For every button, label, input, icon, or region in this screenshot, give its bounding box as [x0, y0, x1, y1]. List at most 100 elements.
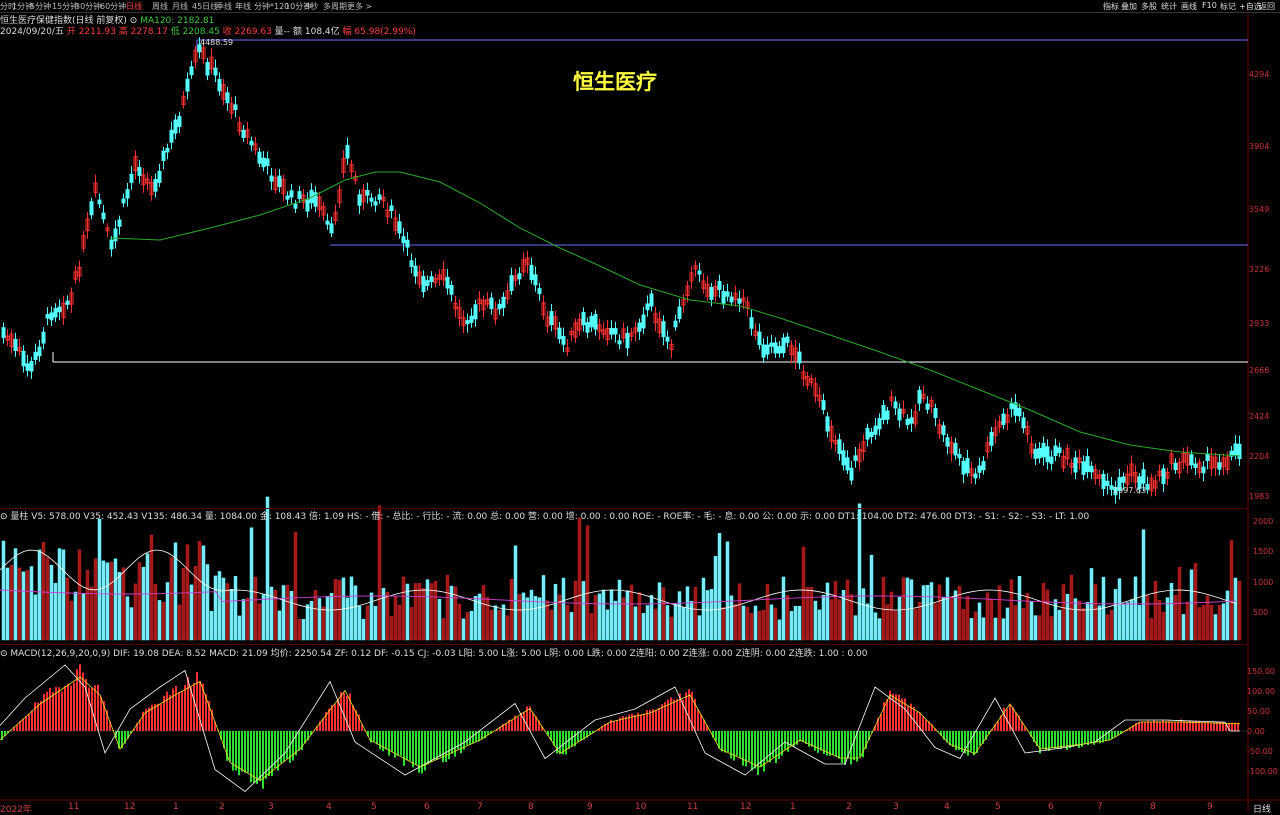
volume-bar [369, 592, 374, 641]
volume-bar [141, 566, 146, 641]
volume-bar [221, 577, 226, 641]
volume-bar [309, 600, 314, 641]
tab-11[interactable]: 年线 [235, 1, 251, 12]
volume-bar [561, 577, 566, 641]
candle-body [589, 315, 594, 328]
volume-bar [989, 598, 994, 641]
time-tick: 12 [740, 802, 752, 812]
volume-bar [765, 584, 770, 641]
volume-bar [845, 579, 850, 641]
volume-bar [445, 575, 450, 641]
price-tick: 3226 [1249, 265, 1270, 274]
tab-10[interactable]: 季线 [216, 1, 232, 12]
volume-indicator-line: ⊙ 量柱 V5: 578.00 V35: 452.43 V135: 486.34… [0, 509, 1089, 522]
candle-body [501, 296, 506, 308]
toolbar-button-3[interactable]: 统计 [1161, 1, 1177, 12]
volume-bar [653, 608, 658, 641]
candle-body [497, 303, 502, 310]
candle-body [409, 260, 414, 267]
volume-bar [197, 541, 202, 641]
volume-bar [1097, 605, 1102, 641]
time-tick: 3 [893, 802, 899, 812]
volume-bar [785, 595, 790, 641]
candle-body [557, 327, 562, 340]
tab-12[interactable]: 分钟*120 [254, 1, 289, 12]
volume-bar [477, 593, 482, 641]
candle-body [1105, 480, 1110, 486]
time-tick: 2 [846, 802, 852, 812]
candle-body [1161, 468, 1166, 485]
ma120-line [109, 171, 1241, 457]
volume-bar [1233, 577, 1238, 641]
candle-body [113, 228, 118, 242]
candle-body [413, 265, 418, 277]
tab-14[interactable]: 5秒 [305, 1, 318, 12]
candle-body [489, 297, 494, 310]
tab-8[interactable]: 月线 [172, 1, 188, 12]
candle-body [65, 300, 70, 305]
volume-bar [349, 576, 354, 641]
candle-body [213, 67, 218, 76]
tab-6[interactable]: 日线 [126, 1, 142, 12]
candle-body [89, 201, 94, 216]
toolbar-button-5[interactable]: F10 [1202, 1, 1217, 10]
volume-bar [433, 581, 438, 641]
tab-7[interactable]: 周线 [152, 1, 168, 12]
volume-bar [593, 595, 598, 641]
volume-bar [825, 582, 830, 641]
toolbar-button-6[interactable]: 标记 [1220, 1, 1236, 12]
toolbar-button-4[interactable]: 画线 [1181, 1, 1197, 12]
candle-body [429, 276, 434, 282]
volume-bar [285, 584, 290, 641]
tab-9[interactable]: 45日线 [192, 1, 218, 12]
tab-16[interactable]: 更多 > [347, 1, 372, 12]
candle-body [269, 175, 274, 182]
volume-bar [29, 566, 34, 641]
volume-bar [601, 589, 606, 641]
candle-body [897, 408, 902, 421]
volume-bar [213, 575, 218, 641]
candle-body [125, 189, 130, 199]
panel-toggle-icon[interactable]: ⊙ [0, 512, 8, 522]
period-label: 日线 [1253, 805, 1272, 815]
volume-bar [353, 585, 358, 641]
candle-body [609, 327, 614, 335]
volume-bar [705, 590, 710, 641]
volume-bar [581, 581, 586, 641]
chart-canvas[interactable] [0, 0, 1280, 812]
candle-body [165, 147, 170, 153]
quote-open: 开 2211.93 [66, 27, 116, 37]
toolbar-button-8[interactable]: 返回 [1259, 1, 1275, 12]
volume-bar [269, 586, 274, 641]
volume-bar [85, 569, 90, 641]
tab-15[interactable]: 多周期 [323, 1, 347, 12]
volume-bar [1173, 595, 1178, 641]
time-tick: 4 [944, 802, 950, 812]
candle-body [1, 327, 6, 338]
candle-body [1201, 466, 1206, 474]
tab-2[interactable]: 5分钟 [30, 1, 51, 12]
tab-5[interactable]: 60分钟 [100, 1, 126, 12]
tab-4[interactable]: 30分钟 [75, 1, 101, 12]
volume-bar [1073, 598, 1078, 641]
volume-bar [257, 603, 262, 641]
volume-tick: 1500 [1253, 547, 1274, 556]
candle-body [677, 306, 682, 319]
volume-bar [45, 557, 50, 641]
toolbar-button-1[interactable]: 叠加 [1121, 1, 1137, 12]
volume-bar [1125, 602, 1130, 641]
volume-bar [1033, 615, 1038, 641]
volume-bar [25, 570, 30, 641]
panel-toggle-icon[interactable]: ⊙ [0, 649, 8, 659]
volume-bar [161, 602, 166, 641]
volume-bar [1229, 540, 1234, 641]
volume-bar [1085, 602, 1090, 641]
volume-bar [677, 591, 682, 641]
volume-bar [373, 605, 378, 641]
volume-bar [617, 579, 622, 641]
toolbar-button-0[interactable]: 指标 [1103, 1, 1119, 12]
volume-bar [865, 603, 870, 641]
volume-bar [1057, 609, 1062, 641]
toolbar-button-2[interactable]: 多股 [1141, 1, 1157, 12]
volume-tick: 1000 [1253, 578, 1274, 587]
